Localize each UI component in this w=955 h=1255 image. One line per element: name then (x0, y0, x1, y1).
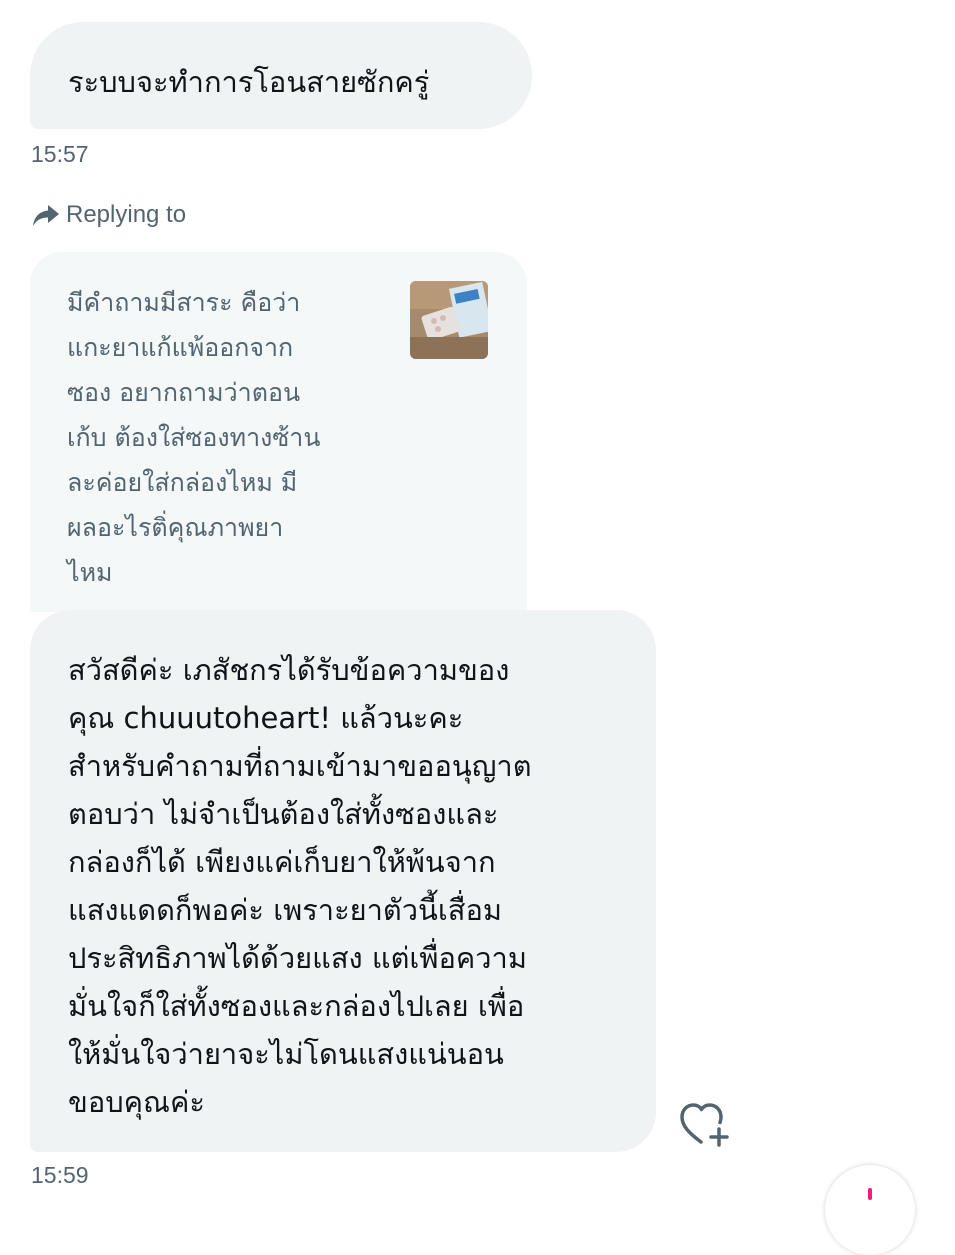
heart-plus-icon[interactable] (679, 1100, 731, 1148)
replying-to-indicator[interactable]: Replying to (30, 199, 186, 231)
replying-to-label: Replying to (66, 201, 187, 228)
reply-arrow-icon (30, 199, 62, 231)
compose-icon (868, 1188, 872, 1200)
quoted-message[interactable]: มีคำถามมีสาระ คือว่า แกะยาแก้แพ้ออกจาก ซ… (30, 252, 527, 612)
quoted-message-text: มีคำถามมีสาระ คือว่า แกะยาแก้แพ้ออกจาก ซ… (67, 288, 321, 587)
message-text: สวัสดีค่ะ เภสัชกรได้รับข้อความของ คุณ ch… (68, 653, 532, 1119)
compose-button[interactable] (825, 1165, 915, 1255)
message-bubble-received[interactable]: สวัสดีค่ะ เภสัชกรได้รับข้อความของ คุณ ch… (30, 610, 656, 1152)
message-timestamp: 15:57 (31, 141, 89, 167)
quoted-image-thumbnail[interactable] (410, 281, 488, 359)
message-bubble-received[interactable]: ระบบจะทำการโอนสายซักครู่ (30, 22, 532, 129)
message-text: ระบบจะทำการโอนสายซักครู่ (68, 65, 430, 99)
message-timestamp: 15:59 (31, 1162, 89, 1188)
